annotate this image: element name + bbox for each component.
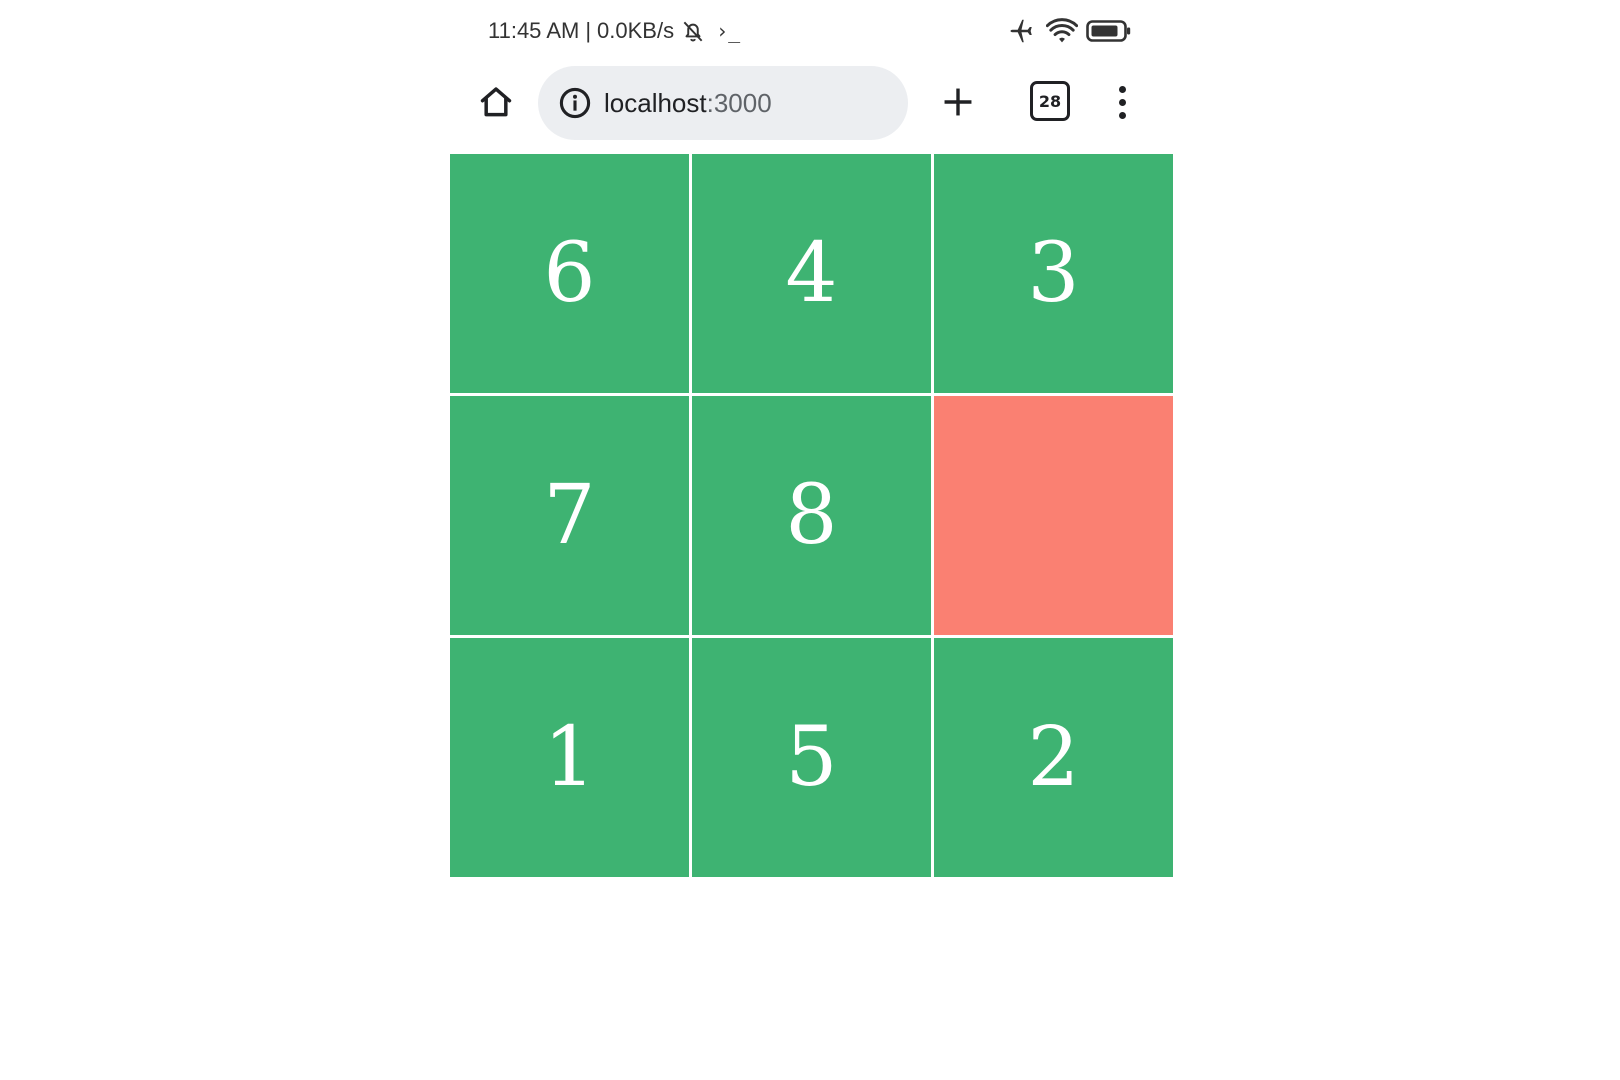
browser-toolbar: localhost:3000 28 (452, 62, 1170, 146)
status-bar: 11:45 AM | 0.0KB/s ›_ (452, 0, 1170, 62)
url-host: localhost (604, 87, 707, 118)
address-bar[interactable]: localhost:3000 (538, 66, 908, 140)
web-content: 643 78152 (450, 152, 1173, 1080)
url-text[interactable]: localhost:3000 (604, 88, 772, 119)
status-right (1008, 16, 1132, 51)
menu-dot (1118, 85, 1126, 93)
puzzle-tile[interactable]: 3 (934, 154, 1173, 393)
phone-screen: 11:45 AM | 0.0KB/s ›_ localhost:3000 28 … (450, 0, 1173, 1080)
terminal-icon: ›_ (716, 19, 741, 43)
puzzle-board: 643 78152 (450, 154, 1173, 877)
menu-dot (1118, 111, 1126, 119)
puzzle-tile[interactable]: 5 (692, 638, 931, 877)
airplane-icon (1008, 16, 1038, 51)
status-time: 11:45 AM (488, 18, 580, 43)
status-separator: | (585, 18, 592, 43)
menu-dot (1118, 98, 1126, 106)
home-button[interactable] (474, 80, 518, 124)
status-left: 11:45 AM | 0.0KB/s ›_ (488, 18, 740, 44)
plus-icon (944, 88, 972, 116)
info-icon[interactable] (558, 86, 592, 120)
bell-off-icon (680, 18, 706, 44)
puzzle-empty-tile[interactable] (934, 396, 1173, 635)
status-net-speed: 0.0KB/s (597, 18, 675, 43)
tab-count: 28 (1038, 91, 1062, 111)
puzzle-tile[interactable]: 1 (450, 638, 689, 877)
more-vertical-icon[interactable] (1110, 80, 1134, 124)
new-tab-button[interactable] (936, 80, 980, 124)
puzzle-tile[interactable]: 7 (450, 396, 689, 635)
puzzle-tile[interactable]: 6 (450, 154, 689, 393)
wifi-icon (1045, 17, 1079, 50)
puzzle-tile[interactable]: 4 (692, 154, 931, 393)
puzzle-tile[interactable]: 2 (934, 638, 1173, 877)
url-port: :3000 (706, 87, 772, 118)
home-icon (480, 87, 512, 117)
battery-icon (1086, 19, 1132, 48)
puzzle-tile[interactable]: 8 (692, 396, 931, 635)
tab-switcher-button[interactable]: 28 (1030, 81, 1070, 121)
